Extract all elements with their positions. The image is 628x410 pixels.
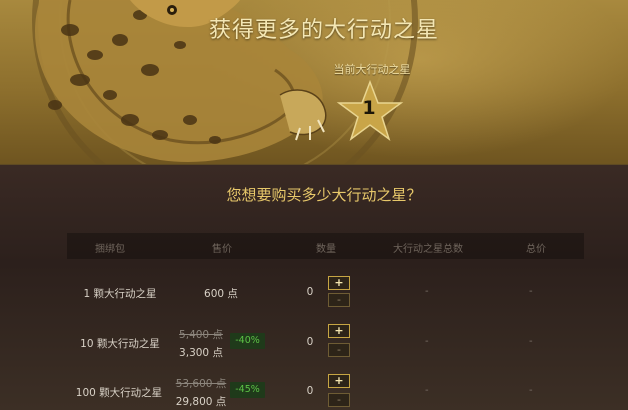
total-stars-value: -: [425, 286, 429, 297]
column-header-bundle: 捆绑包: [95, 244, 125, 255]
increase-quantity-button[interactable]: +: [328, 276, 350, 290]
bundle-label: 10 颗大行动之星: [80, 338, 160, 350]
original-price: 5,400 点: [179, 329, 223, 341]
discount-badge: -45%: [230, 382, 265, 398]
column-header-total-price: 总价: [526, 244, 546, 255]
current-stars-count: 1: [362, 97, 376, 119]
quantity-value: 0: [306, 385, 314, 397]
total-stars-value: -: [425, 385, 429, 396]
decrease-quantity-button[interactable]: -: [328, 343, 350, 357]
total-price-value: -: [529, 385, 533, 396]
quantity-value: 0: [306, 286, 314, 298]
column-header-quantity: 数量: [316, 244, 336, 255]
total-price-value: -: [529, 336, 533, 347]
increase-quantity-button[interactable]: +: [328, 324, 350, 338]
bundle-label: 1 颗大行动之星: [83, 288, 157, 300]
purchase-question: 您想要购买多少大行动之星？: [226, 186, 422, 204]
page-title: 获得更多的大行动之星: [208, 18, 439, 43]
increase-quantity-button[interactable]: +: [328, 374, 350, 388]
price-value: 600 点: [204, 288, 238, 300]
table-header: 捆绑包 售价 数量 大行动之星总数 总价: [67, 233, 584, 259]
total-stars-value: -: [425, 336, 429, 347]
bundle-label: 100 颗大行动之星: [75, 387, 163, 399]
column-header-total-stars: 大行动之星总数: [393, 244, 463, 255]
decrease-quantity-button[interactable]: -: [328, 293, 350, 307]
column-header-price: 售价: [212, 244, 232, 255]
quantity-value: 0: [306, 336, 314, 348]
discount-badge: -40%: [230, 333, 265, 349]
price-value: 29,800 点: [175, 396, 227, 408]
decrease-quantity-button[interactable]: -: [328, 393, 350, 407]
price-value: 3,300 点: [179, 347, 223, 359]
header-banner: 获得更多的大行动之星 当前大行动之星 1: [0, 0, 628, 165]
current-stars-label: 当前大行动之星: [333, 63, 411, 76]
current-stars-badge: 1: [335, 79, 405, 142]
original-price: 53,600 点: [175, 378, 227, 390]
total-price-value: -: [529, 286, 533, 297]
